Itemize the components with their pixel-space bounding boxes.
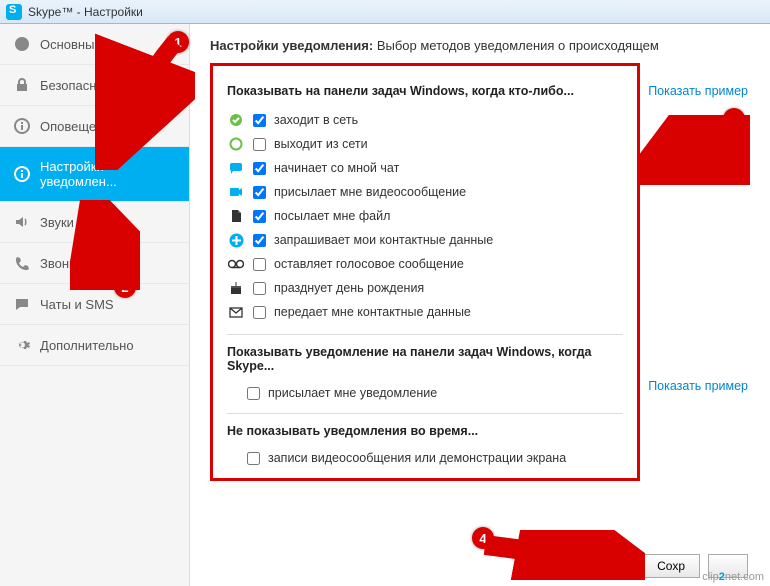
annotation-badge-4: 4: [472, 527, 494, 549]
divider: [227, 413, 623, 414]
option-row: заходит в сеть: [227, 108, 623, 132]
sidebar-item-label: Чаты и SMS: [40, 297, 114, 312]
option-label: запрашивает мои контактные данные: [274, 233, 493, 247]
gear-icon: [14, 337, 30, 353]
skype-small-icon: [14, 36, 30, 52]
show-example-link-2[interactable]: Показать пример: [648, 379, 748, 393]
annotation-badge-2: 2: [114, 276, 136, 298]
annotation-badge-3: 3: [723, 108, 745, 130]
option-label: заходит в сеть: [274, 113, 358, 127]
option-label: передает мне контактные данные: [274, 305, 471, 319]
option-row: присылает мне уведомление: [227, 383, 623, 403]
status-online-icon: [227, 111, 245, 129]
section-title-skype: Показывать уведомление на панели задач W…: [227, 345, 623, 373]
divider: [227, 334, 623, 335]
main-panel: Настройки уведомления: Выбор методов уве…: [190, 24, 770, 586]
option-label: оставляет голосовое сообщение: [274, 257, 464, 271]
watermark: clip2net.com: [702, 571, 764, 583]
sidebar-item-label: Настройки уведомлен...: [40, 159, 175, 189]
checkbox-voicemail[interactable]: [253, 258, 266, 271]
sidebar-item-chats[interactable]: Чаты и SMS: [0, 284, 189, 325]
option-label: выходит из сети: [274, 137, 368, 151]
main-container: Основные Безопасность Оповещения Настрой…: [0, 24, 770, 586]
speaker-icon: [14, 214, 30, 230]
option-label: празднует день рождения: [274, 281, 424, 295]
sidebar-item-label: Безопасность: [40, 78, 123, 93]
sidebar-item-alerts[interactable]: Оповещения: [0, 106, 189, 147]
sidebar-item-notifications[interactable]: Настройки уведомлен...: [0, 147, 189, 202]
add-contact-icon: [227, 231, 245, 249]
option-label: посылает мне файл: [274, 209, 390, 223]
checkbox-skype-notify[interactable]: [247, 387, 260, 400]
heading-strong: Настройки уведомления:: [210, 38, 373, 53]
info-icon: [14, 166, 30, 182]
lock-icon: [14, 77, 30, 93]
phone-icon: [14, 255, 30, 271]
option-label: начинает со мной чат: [274, 161, 399, 175]
option-row: посылает мне файл: [227, 204, 623, 228]
option-row: начинает со мной чат: [227, 156, 623, 180]
sidebar-item-label: Звуки: [40, 215, 74, 230]
video-icon: [227, 183, 245, 201]
checkbox-video[interactable]: [253, 186, 266, 199]
sidebar-item-general[interactable]: Основные: [0, 24, 189, 65]
checkbox-chat[interactable]: [253, 162, 266, 175]
sidebar-item-calls[interactable]: Звонки: [0, 243, 189, 284]
option-label: записи видеосообщения или демонстрации э…: [268, 451, 566, 465]
checkbox-online[interactable]: [253, 114, 266, 127]
annotation-badge-1: 1: [167, 31, 189, 53]
sidebar-item-security[interactable]: Безопасность: [0, 65, 189, 106]
option-row: оставляет голосовое сообщение: [227, 252, 623, 276]
sidebar-item-sounds[interactable]: Звуки: [0, 202, 189, 243]
checkbox-send-contact[interactable]: [253, 306, 266, 319]
info-icon: [14, 118, 30, 134]
sidebar-item-label: Оповещения: [40, 119, 118, 134]
section-title-taskbar: Показывать на панели задач Windows, когд…: [227, 84, 623, 98]
heading-rest: Выбор методов уведомления о происходящем: [377, 38, 659, 53]
sidebar: Основные Безопасность Оповещения Настрой…: [0, 24, 190, 586]
sidebar-item-label: Дополнительно: [40, 338, 134, 353]
chat-start-icon: [227, 159, 245, 177]
save-button[interactable]: Сохр: [642, 554, 700, 578]
chat-icon: [14, 296, 30, 312]
notifications-settings-box: Показывать на панели задач Windows, когд…: [210, 63, 640, 481]
skype-icon: [6, 4, 22, 20]
show-example-link-1[interactable]: Показать пример: [648, 84, 748, 98]
page-heading: Настройки уведомления: Выбор методов уве…: [210, 38, 750, 53]
option-label: присылает мне уведомление: [268, 386, 437, 400]
option-row: записи видеосообщения или демонстрации э…: [227, 448, 623, 468]
sidebar-item-label: Звонки: [40, 256, 82, 271]
checkbox-file[interactable]: [253, 210, 266, 223]
checkbox-contact-request[interactable]: [253, 234, 266, 247]
checkbox-suppress-recording[interactable]: [247, 452, 260, 465]
section-title-suppress: Не показывать уведомления во время...: [227, 424, 623, 438]
window-title: Skype™ - Настройки: [28, 5, 143, 19]
sidebar-item-advanced[interactable]: Дополнительно: [0, 325, 189, 366]
window-titlebar: Skype™ - Настройки: [0, 0, 770, 24]
status-offline-icon: [227, 135, 245, 153]
option-row: присылает мне видеосообщение: [227, 180, 623, 204]
option-row: передает мне контактные данные: [227, 300, 623, 324]
file-icon: [227, 207, 245, 225]
voicemail-icon: [227, 255, 245, 273]
option-row: запрашивает мои контактные данные: [227, 228, 623, 252]
checkbox-birthday[interactable]: [253, 282, 266, 295]
option-row: выходит из сети: [227, 132, 623, 156]
checkbox-offline[interactable]: [253, 138, 266, 151]
send-contact-icon: [227, 303, 245, 321]
option-label: присылает мне видеосообщение: [274, 185, 466, 199]
sidebar-item-label: Основные: [40, 37, 102, 52]
option-row: празднует день рождения: [227, 276, 623, 300]
birthday-icon: [227, 279, 245, 297]
